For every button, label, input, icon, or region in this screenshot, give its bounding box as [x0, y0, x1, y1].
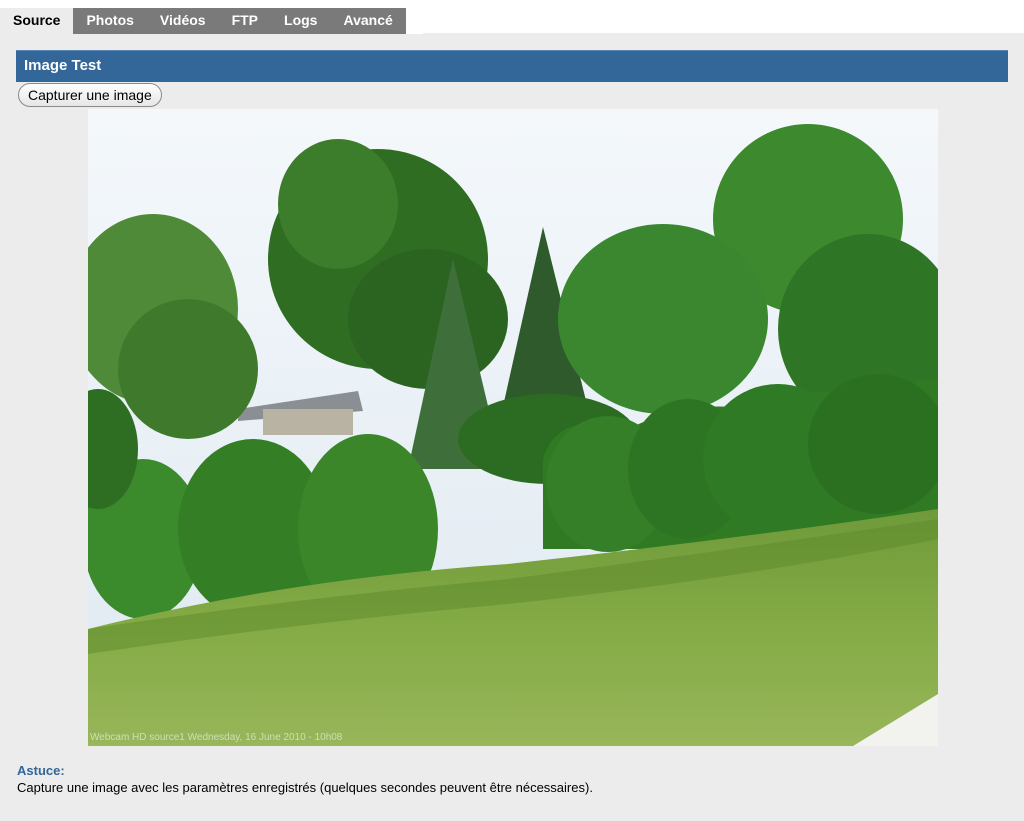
- tab-source[interactable]: Source: [0, 8, 74, 34]
- image-timestamp-caption: Webcam HD source1 Wednesday, 16 June 201…: [90, 732, 343, 743]
- tip-text: Capture une image avec les paramètres en…: [17, 780, 593, 795]
- source-panel: Image Test Capturer une image Webcam HD …: [0, 34, 1024, 821]
- test-image: Webcam HD source1 Wednesday, 16 June 201…: [88, 109, 938, 746]
- tab-ftp[interactable]: FTP: [218, 8, 272, 34]
- section-title: Image Test: [16, 50, 1008, 82]
- tab-videos[interactable]: Vidéos: [146, 8, 219, 34]
- tab-photos[interactable]: Photos: [73, 8, 147, 34]
- garden-photo: [88, 109, 938, 746]
- capture-image-button[interactable]: Capturer une image: [18, 83, 162, 107]
- tab-list: Source Photos Vidéos FTP Logs Avancé: [0, 8, 406, 34]
- tab-logs[interactable]: Logs: [271, 8, 331, 34]
- tab-bar: Source Photos Vidéos FTP Logs Avancé: [0, 0, 1024, 34]
- tip-title: Astuce:: [17, 763, 65, 778]
- tab-avance[interactable]: Avancé: [330, 8, 406, 34]
